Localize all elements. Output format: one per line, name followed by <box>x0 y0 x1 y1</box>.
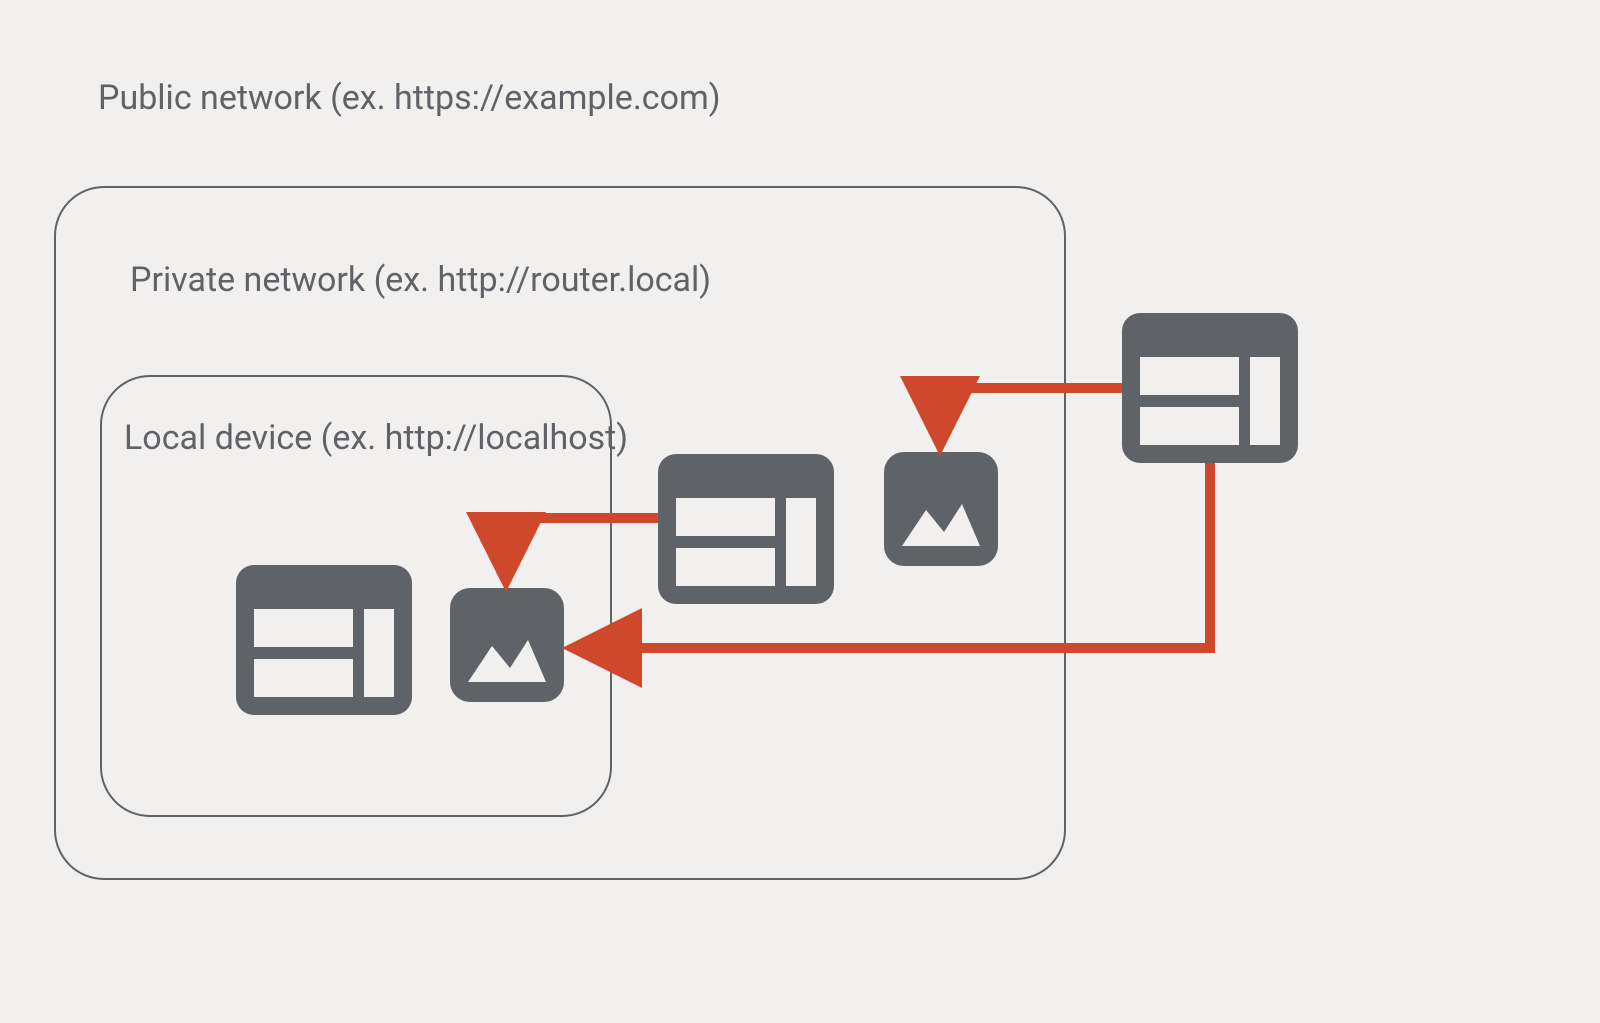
image-icon <box>884 452 998 566</box>
image-icon <box>450 588 564 702</box>
browser-window-icon <box>1122 313 1298 463</box>
arrow-public-to-private <box>940 388 1122 436</box>
browser-window-icon <box>236 565 412 715</box>
arrow-private-to-local <box>506 518 658 572</box>
network-diagram: Public network (ex. https://example.com)… <box>0 0 1474 1023</box>
browser-window-icon <box>658 454 834 604</box>
diagram-svg <box>0 0 1474 1023</box>
